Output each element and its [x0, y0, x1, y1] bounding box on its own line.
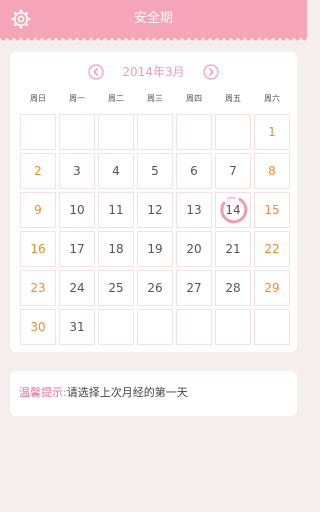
- weekday-label: 周日: [30, 94, 46, 103]
- weekday-header: 周日 周一 周二 周三 周四 周五 周六: [20, 92, 290, 106]
- day-number: 25: [108, 281, 124, 295]
- tip-text: 请选择上次月经的第一天: [66, 386, 188, 399]
- calendar-empty-cell: [20, 114, 56, 150]
- calendar-day-cell[interactable]: 21: [215, 231, 251, 267]
- day-number: 27: [186, 281, 202, 295]
- calendar-day-cell[interactable]: 8: [254, 153, 290, 189]
- calendar-day-cell[interactable]: 28: [215, 270, 251, 306]
- calendar-empty-cell: [176, 309, 212, 345]
- calendar-empty-cell: [176, 114, 212, 150]
- day-number: 8: [268, 164, 276, 178]
- calendar-empty-cell: [98, 114, 134, 150]
- day-number: 21: [225, 242, 241, 256]
- weekday-label: 周五: [225, 94, 241, 103]
- calendar-day-cell[interactable]: 22: [254, 231, 290, 267]
- calendar-empty-cell: [98, 309, 134, 345]
- header-scalloped-edge: [0, 37, 307, 41]
- day-number: 20: [186, 242, 202, 256]
- calendar-day-cell[interactable]: 14: [215, 192, 251, 228]
- day-number: 19: [147, 242, 163, 256]
- weekday-label: 周一: [69, 94, 85, 103]
- day-number: 14: [225, 203, 241, 217]
- calendar-day-cell[interactable]: 4: [98, 153, 134, 189]
- calendar-empty-cell: [137, 114, 173, 150]
- calendar-day-cell[interactable]: 10: [59, 192, 95, 228]
- calendar-empty-cell: [59, 114, 95, 150]
- calendar-day-cell[interactable]: 5: [137, 153, 173, 189]
- calendar-day-cell[interactable]: 26: [137, 270, 173, 306]
- calendar-day-cell[interactable]: 3: [59, 153, 95, 189]
- calendar-day-cell[interactable]: 17: [59, 231, 95, 267]
- day-number: 26: [147, 281, 163, 295]
- calendar-day-cell[interactable]: 27: [176, 270, 212, 306]
- tip-message: 温馨提示:请选择上次月经的第一天: [19, 384, 188, 402]
- calendar-day-cell[interactable]: 20: [176, 231, 212, 267]
- day-number: 13: [186, 203, 202, 217]
- day-number: 7: [229, 164, 237, 178]
- calendar-day-cell[interactable]: 29: [254, 270, 290, 306]
- calendar-day-cell[interactable]: 30: [20, 309, 56, 345]
- day-number: 15: [264, 203, 280, 217]
- day-number: 29: [264, 281, 280, 295]
- top-bar: 安全期: [0, 0, 307, 38]
- day-number: 31: [69, 320, 85, 334]
- day-number: 1: [268, 125, 276, 139]
- calendar-day-cell[interactable]: 31: [59, 309, 95, 345]
- calendar-day-cell[interactable]: 18: [98, 231, 134, 267]
- weekday-label: 周六: [264, 94, 280, 103]
- day-number: 23: [30, 281, 46, 295]
- calendar-day-cell[interactable]: 11: [98, 192, 134, 228]
- weekday-label: 周三: [147, 94, 163, 103]
- calendar-day-cell[interactable]: 13: [176, 192, 212, 228]
- month-navigation: 2014年3月: [10, 62, 297, 84]
- page-title: 安全期: [133, 11, 173, 26]
- day-number: 17: [69, 242, 85, 256]
- calendar-day-cell[interactable]: 7: [215, 153, 251, 189]
- calendar-day-cell[interactable]: 25: [98, 270, 134, 306]
- calendar-day-cell[interactable]: 12: [137, 192, 173, 228]
- day-number: 5: [151, 164, 159, 178]
- calendar-day-cell[interactable]: 24: [59, 270, 95, 306]
- weekday-label: 周二: [108, 94, 124, 103]
- day-number: 2: [34, 164, 42, 178]
- day-number: 12: [147, 203, 163, 217]
- calendar-day-cell[interactable]: 23: [20, 270, 56, 306]
- calendar-grid: 1 2 3 4 5 6 7 8 9 10 11 12 13 14 15 16 17 18 19 20 21 22 23 24 2…: [20, 114, 290, 345]
- calendar-empty-cell: [254, 309, 290, 345]
- day-number: 18: [108, 242, 124, 256]
- chevron-right-icon[interactable]: [203, 64, 219, 80]
- weekday-label: 周四: [186, 94, 202, 103]
- day-number: 24: [69, 281, 85, 295]
- day-number: 3: [73, 164, 81, 178]
- calendar-day-cell[interactable]: 1: [254, 114, 290, 150]
- day-number: 11: [108, 203, 124, 217]
- calendar-day-cell[interactable]: 6: [176, 153, 212, 189]
- day-number: 9: [34, 203, 42, 217]
- day-number: 28: [225, 281, 241, 295]
- calendar-day-cell[interactable]: 16: [20, 231, 56, 267]
- tip-card: 温馨提示:请选择上次月经的第一天: [10, 371, 297, 416]
- day-number: 30: [30, 320, 46, 334]
- calendar-day-cell[interactable]: 9: [20, 192, 56, 228]
- calendar-day-cell[interactable]: 2: [20, 153, 56, 189]
- calendar-empty-cell: [215, 114, 251, 150]
- calendar-card: 2014年3月 周日 周一 周二 周三 周四 周五 周六 1 2 3 4 5 6 7 8 9 10…: [10, 52, 297, 352]
- day-number: 6: [190, 164, 198, 178]
- day-number: 22: [264, 242, 280, 256]
- day-number: 10: [69, 203, 85, 217]
- calendar-empty-cell: [215, 309, 251, 345]
- calendar-day-cell[interactable]: 19: [137, 231, 173, 267]
- month-label: 2014年3月: [122, 65, 185, 79]
- day-number: 16: [30, 242, 46, 256]
- calendar-empty-cell: [137, 309, 173, 345]
- day-number: 4: [112, 164, 120, 178]
- calendar-day-cell[interactable]: 15: [254, 192, 290, 228]
- tip-label: 温馨提示:: [19, 386, 67, 399]
